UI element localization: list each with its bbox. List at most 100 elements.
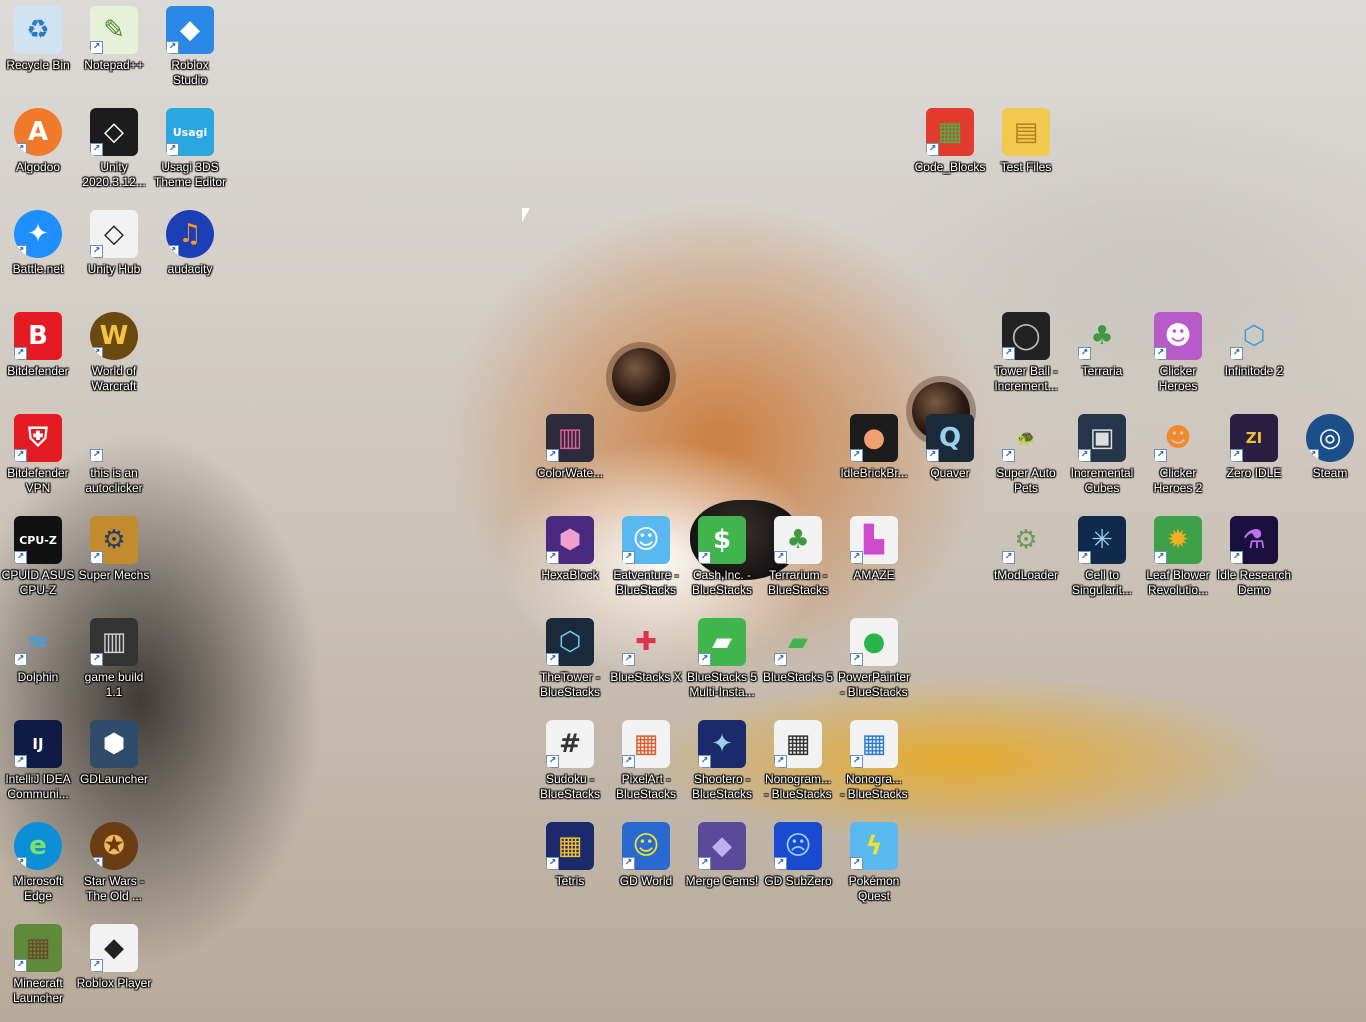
shortcut-arrow-icon: ↗ bbox=[774, 857, 787, 870]
desktop[interactable]: ♻ Recycle Bin ✎ ↗ Notepad++ ◆ ↗ Roblox Studio A ↗… bbox=[0, 0, 1366, 1022]
recycle-bin-icon: ♻ bbox=[14, 6, 62, 54]
desktop-icon-eatventure[interactable]: ☺ ↗ Eatventure - BlueStacks bbox=[608, 510, 684, 612]
desktop-icon-colorwater[interactable]: ▥ ↗ ColorWate... bbox=[532, 408, 608, 510]
shortcut-arrow-icon: ↗ bbox=[546, 449, 559, 462]
shortcut-arrow-icon: ↗ bbox=[14, 143, 27, 156]
desktop-icon-bitdefender[interactable]: B ↗ Bitdefender bbox=[0, 306, 76, 408]
shortcut-arrow-icon: ↗ bbox=[90, 449, 103, 462]
desktop-icon-powerpainter[interactable]: ● ↗ PowerPainter - BlueStacks bbox=[836, 612, 912, 714]
quaver-icon: Q ↗ bbox=[926, 414, 974, 462]
shortcut-arrow-icon: ↗ bbox=[14, 449, 27, 462]
desktop-icon-unity-2020[interactable]: ◇ ↗ Unity 2020.3.12... bbox=[76, 102, 152, 204]
desktop-icon-label: Roblox Player bbox=[76, 976, 152, 990]
desktop-icon-battle-net[interactable]: ✦ ↗ Battle.net bbox=[0, 204, 76, 306]
desktop-icon-label: PowerPainter - BlueStacks bbox=[837, 670, 911, 699]
infinitode-2-icon: ⬡ ↗ bbox=[1230, 312, 1278, 360]
desktop-icon-hexablock[interactable]: ⬢ ↗ HexaBlock bbox=[532, 510, 608, 612]
desktop-icon-code-blocks[interactable]: ▦ ↗ Code_Blocks bbox=[912, 102, 988, 204]
shortcut-arrow-icon: ↗ bbox=[90, 959, 103, 972]
desktop-icon-amaze[interactable]: ▙ ↗ AMAZE bbox=[836, 510, 912, 612]
desktop-icon-roblox-player[interactable]: ◆ ↗ Roblox Player bbox=[76, 918, 152, 1020]
desktop-icon-star-wars[interactable]: ✪ ↗ Star Wars - The Old ... bbox=[76, 816, 152, 918]
shortcut-arrow-icon: ↗ bbox=[1002, 449, 1015, 462]
desktop-icon-tower-ball[interactable]: ◯ ↗ Tower Ball - Increment... bbox=[988, 306, 1064, 408]
desktop-icon-dolphin[interactable]: ≈ ↗ Dolphin bbox=[0, 612, 76, 714]
shortcut-arrow-icon: ↗ bbox=[90, 347, 103, 360]
bluestacks-5-icon: ▰ ↗ bbox=[774, 618, 822, 666]
shortcut-arrow-icon: ↗ bbox=[850, 755, 863, 768]
desktop-icon-pokemon-quest[interactable]: ϟ ↗ Pokémon Quest bbox=[836, 816, 912, 918]
desktop-icon-cash-inc[interactable]: $ ↗ Cash,Inc. - BlueStacks bbox=[684, 510, 760, 612]
shortcut-arrow-icon: ↗ bbox=[1230, 347, 1243, 360]
desktop-icon-notepad-plus-plus[interactable]: ✎ ↗ Notepad++ bbox=[76, 0, 152, 102]
microsoft-edge-icon: e ↗ bbox=[14, 822, 62, 870]
desktop-icon-tetris[interactable]: ▦ ↗ Tetris bbox=[532, 816, 608, 918]
desktop-icon-roblox-studio[interactable]: ◆ ↗ Roblox Studio bbox=[152, 0, 228, 102]
desktop-icon-nonogram-1[interactable]: ▦ ↗ Nonogram... - BlueStacks bbox=[760, 714, 836, 816]
desktop-icon-infinitode-2[interactable]: ⬡ ↗ Infinitode 2 bbox=[1216, 306, 1292, 408]
desktop-icon-gd-subzero[interactable]: ☹ ↗ GD SubZero bbox=[760, 816, 836, 918]
desktop-icon-idle-research[interactable]: ⚗ ↗ Idle Research Demo bbox=[1216, 510, 1292, 612]
desktop-icon-sudoku[interactable]: # ↗ Sudoku - BlueStacks bbox=[532, 714, 608, 816]
desktop-icon-usagi-3ds[interactable]: Usagi ↗ Usagi 3DS Theme Editor bbox=[152, 102, 228, 204]
powerpainter-icon: ● ↗ bbox=[850, 618, 898, 666]
desktop-icon-gdlauncher[interactable]: ⬢ GDLauncher bbox=[76, 714, 152, 816]
desktop-icon-thetower[interactable]: ⬡ ↗ TheTower - BlueStacks bbox=[532, 612, 608, 714]
roblox-studio-icon: ◆ ↗ bbox=[166, 6, 214, 54]
desktop-icon-pixelart[interactable]: ▦ ↗ PixelArt - BlueStacks bbox=[608, 714, 684, 816]
desktop-icon-merge-gems[interactable]: ◆ ↗ Merge Gems! bbox=[684, 816, 760, 918]
desktop-icon-terrarium[interactable]: ♣ ↗ Terrarium - BlueStacks bbox=[760, 510, 836, 612]
shortcut-arrow-icon: ↗ bbox=[546, 755, 559, 768]
shortcut-arrow-icon: ↗ bbox=[90, 245, 103, 258]
desktop-icon-bluestacks-5-multi[interactable]: ▰ ↗ BlueStacks 5 Multi-Insta... bbox=[684, 612, 760, 714]
desktop-icon-label: Clicker Heroes 2 bbox=[1153, 466, 1203, 495]
desktop-icon-world-of-warcraft[interactable]: W ↗ World of Warcraft bbox=[76, 306, 152, 408]
desktop-icon-audacity[interactable]: ♫ ↗ audacity bbox=[152, 204, 228, 306]
desktop-icon-idlebrickbreaker[interactable]: ● ↗ IdleBrickBr... bbox=[836, 408, 912, 510]
desktop-icon-zero-idle[interactable]: ZI ↗ Zero IDLE bbox=[1216, 408, 1292, 510]
shootero-icon: ✦ ↗ bbox=[698, 720, 746, 768]
desktop-icon-tmodloader[interactable]: ⚙ ↗ tModLoader bbox=[988, 510, 1064, 612]
desktop-icon-quaver[interactable]: Q ↗ Quaver bbox=[912, 408, 988, 510]
desktop-icon-terraria[interactable]: ♣ ↗ Terraria bbox=[1064, 306, 1140, 408]
desktop-icon-cell-to-singularity[interactable]: ✳ ↗ Cell to Singularit... bbox=[1064, 510, 1140, 612]
desktop-icon-label: Infinitode 2 bbox=[1224, 364, 1284, 378]
desktop-icon-label: Super Mechs bbox=[78, 568, 150, 582]
desktop-icon-algodoo[interactable]: A ↗ Algodoo bbox=[0, 102, 76, 204]
desktop-icon-autoclicker[interactable]: ↗ this is an autoclicker bbox=[76, 408, 152, 510]
desktop-icon-label: Tetris bbox=[555, 874, 585, 888]
shortcut-arrow-icon: ↗ bbox=[1154, 449, 1167, 462]
desktop-icon-game-build[interactable]: ▥ ↗ game build 1.1 bbox=[76, 612, 152, 714]
desktop-icon-super-mechs[interactable]: ⚙ ↗ Super Mechs bbox=[76, 510, 152, 612]
intellij-idea-icon: IJ ↗ bbox=[14, 720, 62, 768]
shortcut-arrow-icon: ↗ bbox=[1154, 347, 1167, 360]
desktop-icon-super-auto-pets[interactable]: 🐢 ↗ Super Auto Pets bbox=[988, 408, 1064, 510]
desktop-icon-nonogram-2[interactable]: ▦ ↗ Nonogra... - BlueStacks bbox=[836, 714, 912, 816]
desktop-icon-bluestacks-x[interactable]: ✚ ↗ BlueStacks X bbox=[608, 612, 684, 714]
usagi-3ds-icon: Usagi ↗ bbox=[166, 108, 214, 156]
desktop-icon-bitdefender-vpn[interactable]: ⛨ ↗ Bitdefender VPN bbox=[0, 408, 76, 510]
world-of-warcraft-icon: W ↗ bbox=[90, 312, 138, 360]
desktop-icon-clicker-heroes-2[interactable]: ☻ ↗ Clicker Heroes 2 bbox=[1140, 408, 1216, 510]
desktop-icon-shootero[interactable]: ✦ ↗ Shootero - BlueStacks bbox=[684, 714, 760, 816]
shortcut-arrow-icon: ↗ bbox=[698, 551, 711, 564]
desktop-icon-intellij-idea[interactable]: IJ ↗ IntelliJ IDEA Communi... bbox=[0, 714, 76, 816]
desktop-icon-label: GD SubZero bbox=[764, 874, 832, 888]
desktop-icon-steam[interactable]: ◎ ↗ Steam bbox=[1292, 408, 1366, 510]
desktop-icon-bluestacks-5[interactable]: ▰ ↗ BlueStacks 5 bbox=[760, 612, 836, 714]
desktop-icon-microsoft-edge[interactable]: e ↗ Microsoft Edge bbox=[0, 816, 76, 918]
desktop-icon-recycle-bin[interactable]: ♻ Recycle Bin bbox=[0, 0, 76, 102]
desktop-icon-incremental-cubes[interactable]: ▣ ↗ Incremental Cubes bbox=[1064, 408, 1140, 510]
bitdefender-icon: B ↗ bbox=[14, 312, 62, 360]
test-files-icon: ▤ bbox=[1002, 108, 1050, 156]
desktop-icon-clicker-heroes[interactable]: ☻ ↗ Clicker Heroes bbox=[1140, 306, 1216, 408]
desktop-icon-gd-world[interactable]: ☺ ↗ GD World bbox=[608, 816, 684, 918]
desktop-icon-minecraft-launcher[interactable]: ▦ ↗ Minecraft Launcher bbox=[0, 918, 76, 1020]
desktop-icon-label: this is an autoclicker bbox=[85, 466, 143, 495]
desktop-icon-label: Idle Research Demo bbox=[1216, 568, 1292, 597]
desktop-icon-leaf-blower[interactable]: ✹ ↗ Leaf Blower Revolutio... bbox=[1140, 510, 1216, 612]
desktop-icon-test-files[interactable]: ▤ Test Files bbox=[988, 102, 1064, 204]
desktop-icon-cpuid-cpu-z[interactable]: CPU-Z ↗ CPUID ASUS CPU-Z bbox=[0, 510, 76, 612]
shortcut-arrow-icon: ↗ bbox=[850, 551, 863, 564]
desktop-icon-unity-hub[interactable]: ◇ ↗ Unity Hub bbox=[76, 204, 152, 306]
